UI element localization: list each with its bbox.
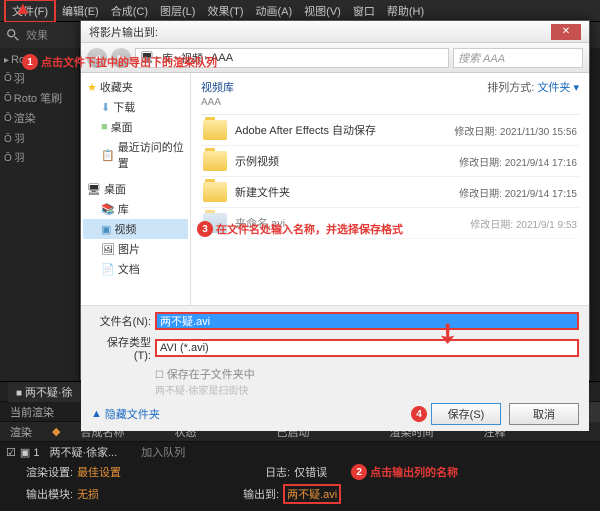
list-item[interactable]: 示例视频修改日期: 2021/9/14 17:16 <box>201 146 579 177</box>
panel-item[interactable]: Ŏ Roto 笔刷 <box>4 88 75 108</box>
content-subtitle: AAA <box>201 97 579 108</box>
save-subfolder-check[interactable]: ☐ 保存在子文件夹中 <box>91 366 579 382</box>
folder-icon <box>203 151 227 171</box>
folder-sidebar: ★收藏夹 ⬇下载 ■桌面 📋 最近访问的位置 🖥 桌面 📚 库 ▣视频 🖼 图片… <box>81 73 191 305</box>
save-dialog: 将影片输出到: ✕ ◄ ► 🖥 ▸ 库 ▸ 视频 ▸ AAA 搜索 AAA ★收… <box>80 20 590 380</box>
comp-tab[interactable]: ■ 两不疑·徐 <box>8 382 81 402</box>
sidebar-desktop[interactable]: ■桌面 <box>83 117 188 137</box>
annotation-1: 1 点击文件下拉中的导出下的渲染队列 <box>22 54 217 70</box>
sidebar-lib[interactable]: 📚 库 <box>83 199 188 219</box>
filename-input[interactable] <box>155 312 579 330</box>
sidebar-favorites[interactable]: ★收藏夹 <box>83 77 188 97</box>
subfolder-path: 两不疑·徐家是扫街快 <box>91 382 579 397</box>
sidebar-desktop2[interactable]: 🖥 桌面 <box>83 179 188 199</box>
output-file-link[interactable]: 两不疑.avi <box>283 484 341 504</box>
current-render-label: 当前渲染 <box>0 404 64 420</box>
annotation-badge-3: 3 <box>197 221 213 237</box>
folder-icon <box>203 120 227 140</box>
menu-window[interactable]: 窗口 <box>347 1 381 21</box>
left-panel: ▸ Roto Ŏ 羽 Ŏ Roto 笔刷 Ŏ 渲染 Ŏ 羽 Ŏ 羽 <box>0 48 80 381</box>
menu-view[interactable]: 视图(V) <box>298 1 347 21</box>
magnify-icon[interactable] <box>6 28 20 42</box>
dialog-title: 将影片输出到: <box>89 24 158 40</box>
filetype-select[interactable] <box>155 339 579 357</box>
menu-layer[interactable]: 图层(L) <box>154 1 201 21</box>
content-title: 视频库 <box>201 79 234 95</box>
menu-help[interactable]: 帮助(H) <box>381 1 430 21</box>
filename-label: 文件名(N): <box>91 313 151 329</box>
search-input[interactable]: 搜索 AAA <box>453 48 583 68</box>
sidebar-downloads[interactable]: ⬇下载 <box>83 97 188 117</box>
save-button[interactable]: 保存(S) <box>431 403 501 425</box>
close-button[interactable]: ✕ <box>551 24 581 40</box>
dialog-bottom: 文件名(N): 保存类型(T): ☐ 保存在子文件夹中 两不疑·徐家是扫街快 ▲… <box>81 305 589 431</box>
render-item-row[interactable]: ☑▣ 1 两不疑·徐家... 加入队列 <box>0 442 600 462</box>
sort-dropdown[interactable]: 文件夹 ▾ <box>537 82 579 94</box>
render-settings-link[interactable]: 最佳设置 <box>77 464 121 480</box>
panel-item[interactable]: Ŏ 羽 <box>4 128 75 147</box>
file-content: 视频库 排列方式: 文件夹 ▾ AAA Adobe After Effects … <box>191 73 589 305</box>
cancel-button[interactable]: 取消 <box>509 403 579 425</box>
menu-file[interactable]: 文件(F) <box>4 0 56 23</box>
sidebar-doc[interactable]: 📄 文档 <box>83 259 188 279</box>
sort-label: 排列方式: 文件夹 ▾ <box>487 79 579 95</box>
annotation-badge-1: 1 <box>22 54 38 70</box>
hide-folders-link[interactable]: ▲ 隐藏文件夹 <box>91 406 160 422</box>
menu-anim[interactable]: 动画(A) <box>250 1 299 21</box>
annotation-3: 3 在文件名处输入名称，并选择保存格式 <box>197 221 579 237</box>
dialog-titlebar: 将影片输出到: ✕ <box>81 21 589 43</box>
panel-item[interactable]: Ŏ 羽 <box>4 68 75 88</box>
annotation-badge-2: 2 <box>351 464 367 480</box>
sidebar-pic[interactable]: 🖼 图片 <box>83 239 188 259</box>
sidebar-video[interactable]: ▣视频 <box>83 219 188 239</box>
menu-edit[interactable]: 编辑(E) <box>56 1 105 21</box>
menu-compose[interactable]: 合成(C) <box>105 1 154 21</box>
annotation-2: 2 点击输出列的名称 <box>351 464 458 480</box>
annotation-badge-4: 4 <box>411 406 427 422</box>
panel-item[interactable]: Ŏ 羽 <box>4 147 75 166</box>
sidebar-recent[interactable]: 📋 最近访问的位置 <box>83 137 188 173</box>
list-item[interactable]: 新建文件夹修改日期: 2021/9/14 17:15 <box>201 177 579 208</box>
panel-item[interactable]: Ŏ 渲染 <box>4 108 75 128</box>
app-menu-bar: 文件(F) 编辑(E) 合成(C) 图层(L) 效果(T) 动画(A) 视图(V… <box>0 0 600 22</box>
folder-icon <box>203 182 227 202</box>
list-item[interactable]: Adobe After Effects 自动保存修改日期: 2021/11/30… <box>201 115 579 146</box>
filetype-label: 保存类型(T): <box>91 334 151 362</box>
output-module-link[interactable]: 无损 <box>77 486 99 502</box>
menu-effect[interactable]: 效果(T) <box>201 1 249 21</box>
